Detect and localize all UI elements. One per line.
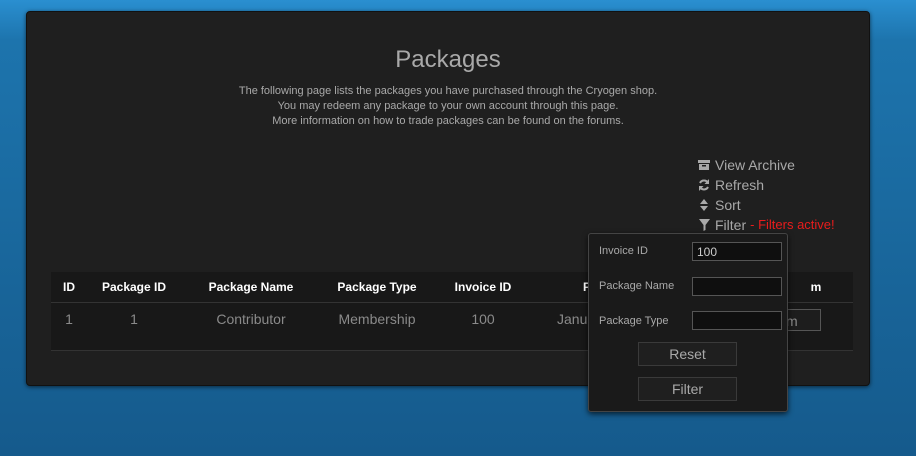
package-type-label: Package Type bbox=[599, 315, 669, 327]
invoice-id-field[interactable] bbox=[692, 242, 782, 261]
intro-line-2: You may redeem any package to your own a… bbox=[277, 100, 619, 112]
refresh-label: Refresh bbox=[715, 177, 765, 193]
sort-label: Sort bbox=[715, 197, 741, 213]
page-title: Packages bbox=[395, 46, 501, 73]
archive-icon bbox=[698, 158, 710, 172]
filter-link[interactable]: Filter - Filters active! bbox=[698, 215, 835, 235]
column-header-id[interactable]: ID bbox=[59, 280, 79, 294]
invoice-id-label: Invoice ID bbox=[599, 245, 648, 257]
filter-icon bbox=[698, 218, 710, 232]
reset-button[interactable]: Reset bbox=[638, 342, 737, 366]
column-header-package-name[interactable]: Package Name bbox=[199, 280, 303, 294]
package-name-field[interactable] bbox=[692, 277, 782, 296]
intro-text: The following page lists the packages yo… bbox=[27, 84, 869, 129]
actions-menu: View Archive Refresh Sort Filter - Filte… bbox=[698, 155, 835, 235]
view-archive-link[interactable]: View Archive bbox=[698, 155, 835, 175]
filter-button[interactable]: Filter bbox=[638, 377, 737, 401]
sort-icon bbox=[698, 198, 710, 212]
cell-id: 1 bbox=[65, 311, 73, 327]
intro-line-3: More information on how to trade package… bbox=[272, 115, 624, 127]
package-name-label: Package Name bbox=[599, 280, 675, 292]
filter-label: Filter bbox=[715, 217, 747, 233]
sort-link[interactable]: Sort bbox=[698, 195, 835, 215]
cell-package-id: 1 bbox=[130, 311, 138, 327]
package-type-field[interactable] bbox=[692, 311, 782, 330]
cell-invoice-id: 100 bbox=[471, 311, 495, 327]
column-header-invoice-id[interactable]: Invoice ID bbox=[451, 280, 515, 294]
intro-line-1: The following page lists the packages yo… bbox=[238, 85, 658, 97]
cell-package-name: Contributor bbox=[216, 311, 286, 327]
filter-popup: Invoice ID Package Name Package Type Res… bbox=[588, 233, 788, 412]
refresh-icon bbox=[698, 178, 710, 192]
refresh-link[interactable]: Refresh bbox=[698, 175, 835, 195]
filters-active-notice: - Filters active! bbox=[750, 217, 835, 232]
cell-package-type: Membership bbox=[338, 311, 416, 327]
column-header-package-id[interactable]: Package ID bbox=[99, 280, 169, 294]
column-header-package-type[interactable]: Package Type bbox=[329, 280, 425, 294]
column-header-partial-2[interactable]: m bbox=[809, 280, 823, 294]
view-archive-label: View Archive bbox=[715, 157, 795, 173]
